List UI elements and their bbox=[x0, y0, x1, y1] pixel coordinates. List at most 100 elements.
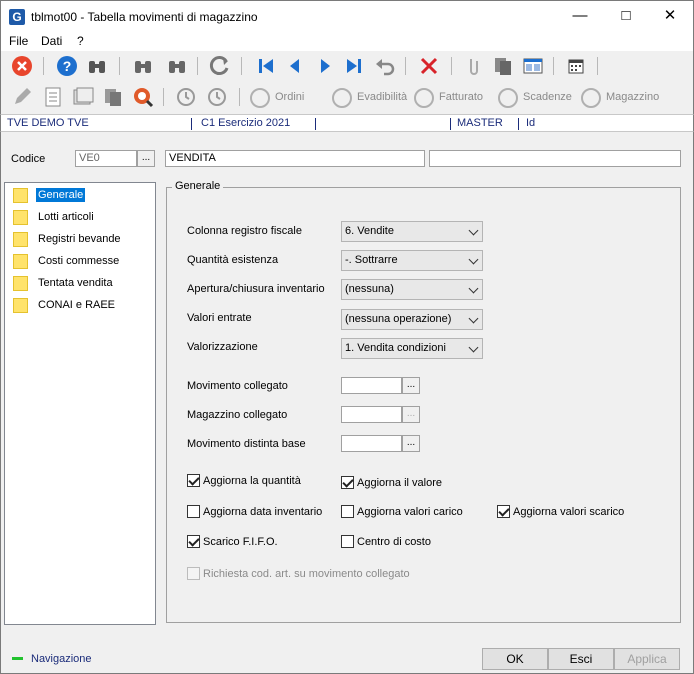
inspect-icon[interactable] bbox=[131, 85, 155, 109]
id-label: Id bbox=[526, 117, 536, 129]
checkbox-box bbox=[341, 505, 354, 518]
colonna-registro-select[interactable]: 6. Vendite bbox=[341, 221, 483, 242]
next-record-icon[interactable] bbox=[313, 54, 337, 78]
fatturato-button[interactable]: Fatturato bbox=[439, 91, 483, 103]
section-tree: Generale Lotti articoli Registri bevande… bbox=[4, 182, 156, 625]
prev-record-icon[interactable] bbox=[283, 54, 307, 78]
applica-button[interactable]: Applica bbox=[614, 648, 680, 670]
last-record-icon[interactable] bbox=[342, 54, 366, 78]
layout-icon[interactable] bbox=[521, 54, 545, 78]
checkbox-box bbox=[187, 567, 200, 580]
mag-collegato-browse-button[interactable]: ... bbox=[402, 406, 420, 423]
folder-icon bbox=[13, 231, 28, 247]
tree-item-label: Generale bbox=[36, 188, 86, 202]
search-next-icon[interactable] bbox=[165, 54, 189, 78]
history-icon[interactable] bbox=[174, 85, 198, 109]
svg-text:?: ? bbox=[63, 58, 72, 74]
ordini-icon bbox=[250, 88, 270, 108]
valori-entrate-select[interactable]: (nessuna operazione) bbox=[341, 309, 483, 330]
aggiorna-quantita-checkbox[interactable]: Aggiorna la quantità bbox=[187, 474, 301, 487]
refresh-icon[interactable] bbox=[208, 54, 232, 78]
close-window-button[interactable]: ✕ bbox=[647, 1, 693, 31]
apertura-select[interactable]: (nessuna) bbox=[341, 279, 483, 300]
extra-input[interactable] bbox=[429, 150, 681, 167]
scadenze-icon bbox=[498, 88, 518, 108]
context-strip: TVE DEMO TVE C1 Esercizio 2021 MASTER Id bbox=[0, 114, 694, 132]
tree-item-generale[interactable]: Generale bbox=[13, 186, 86, 204]
delete-icon[interactable] bbox=[417, 54, 441, 78]
search-binoculars-icon[interactable] bbox=[85, 54, 109, 78]
first-record-icon[interactable] bbox=[254, 54, 278, 78]
search-prev-icon[interactable] bbox=[131, 54, 155, 78]
chevron-down-icon bbox=[468, 313, 479, 324]
valorizzazione-value: 1. Vendita condizioni bbox=[345, 342, 446, 354]
tree-item-registri-bevande[interactable]: Registri bevande bbox=[13, 230, 123, 248]
valorizzazione-select[interactable]: 1. Vendita condizioni bbox=[341, 338, 483, 359]
checkbox-box bbox=[341, 535, 354, 548]
tree-item-label: Tentata vendita bbox=[38, 277, 113, 289]
attachment-icon[interactable] bbox=[461, 54, 485, 78]
checkbox-label: Aggiorna valori scarico bbox=[513, 505, 625, 518]
records-icon[interactable] bbox=[71, 85, 95, 109]
mag-collegato-input[interactable] bbox=[341, 406, 402, 423]
history-alt-icon[interactable] bbox=[205, 85, 229, 109]
ok-button[interactable]: OK bbox=[482, 648, 548, 670]
tree-item-label: CONAI e RAEE bbox=[38, 299, 116, 311]
scarico-fifo-checkbox[interactable]: Scarico F.I.F.O. bbox=[187, 535, 278, 548]
window-title: tblmot00 - Tabella movimenti di magazzin… bbox=[31, 10, 258, 24]
folder-icon bbox=[13, 209, 28, 225]
mov-distinta-input[interactable] bbox=[341, 435, 402, 452]
edit-pencil-icon[interactable] bbox=[10, 85, 34, 109]
mov-distinta-browse-button[interactable]: ... bbox=[402, 435, 420, 452]
folder-icon bbox=[13, 297, 28, 313]
checkbox-label: Scarico F.I.F.O. bbox=[203, 535, 278, 548]
codice-browse-button[interactable]: ... bbox=[137, 150, 155, 167]
calendar-icon[interactable] bbox=[564, 54, 588, 78]
checkbox-box bbox=[341, 476, 354, 489]
tree-item-label: Registri bevande bbox=[38, 233, 121, 245]
help-icon[interactable]: ? bbox=[55, 54, 79, 78]
undo-icon[interactable] bbox=[373, 54, 397, 78]
evadibilita-button[interactable]: Evadibilità bbox=[357, 91, 407, 103]
checkbox-label: Richiesta cod. art. su movimento collega… bbox=[203, 567, 410, 580]
tree-item-costi-commesse[interactable]: Costi commesse bbox=[13, 252, 121, 270]
magazzino-icon bbox=[581, 88, 601, 108]
navigation-indicator-icon bbox=[12, 657, 23, 660]
scadenze-button[interactable]: Scadenze bbox=[523, 91, 572, 103]
descrizione-input[interactable]: VENDITA bbox=[165, 150, 425, 167]
centro-di-costo-checkbox[interactable]: Centro di costo bbox=[341, 535, 431, 548]
minimize-button[interactable]: — bbox=[557, 1, 603, 31]
quantita-esistenza-select[interactable]: -. Sottrarre bbox=[341, 250, 483, 271]
valorizzazione-label: Valorizzazione bbox=[187, 341, 258, 353]
document-list-icon[interactable] bbox=[41, 85, 65, 109]
tree-item-conai-raee[interactable]: CONAI e RAEE bbox=[13, 296, 117, 314]
mov-collegato-browse-button[interactable]: ... bbox=[402, 377, 420, 394]
title-bar: G tblmot00 - Tabella movimenti di magazz… bbox=[0, 0, 694, 32]
esci-button[interactable]: Esci bbox=[548, 648, 614, 670]
magazzino-button[interactable]: Magazzino bbox=[606, 91, 659, 103]
codice-input[interactable]: VE0 bbox=[75, 150, 137, 167]
tree-item-tentata-vendita[interactable]: Tentata vendita bbox=[13, 274, 115, 292]
ordini-button[interactable]: Ordini bbox=[275, 91, 304, 103]
richiesta-cod-art-checkbox[interactable]: Richiesta cod. art. su movimento collega… bbox=[187, 567, 410, 580]
tree-item-lotti-articoli[interactable]: Lotti articoli bbox=[13, 208, 96, 226]
fatturato-icon bbox=[414, 88, 434, 108]
menu-help[interactable]: ? bbox=[77, 34, 84, 48]
aggiorna-valore-checkbox[interactable]: Aggiorna il valore bbox=[341, 476, 442, 489]
checkbox-label: Aggiorna data inventario bbox=[203, 505, 323, 518]
menu-file[interactable]: File bbox=[9, 34, 28, 48]
mov-collegato-input[interactable] bbox=[341, 377, 402, 394]
checkbox-label: Centro di costo bbox=[357, 535, 431, 548]
exit-icon[interactable] bbox=[10, 54, 34, 78]
checkbox-label: Aggiorna la quantità bbox=[203, 474, 301, 487]
aggiorna-valori-carico-checkbox[interactable]: Aggiorna valori carico bbox=[341, 505, 463, 518]
checkbox-label: Aggiorna valori carico bbox=[357, 505, 463, 518]
menu-dati[interactable]: Dati bbox=[41, 34, 62, 48]
app-icon: G bbox=[9, 9, 25, 25]
duplicate-icon[interactable] bbox=[101, 85, 125, 109]
aggiorna-data-inventario-checkbox[interactable]: Aggiorna data inventario bbox=[187, 505, 322, 518]
aggiorna-valori-scarico-checkbox[interactable]: Aggiorna valori scarico bbox=[497, 505, 624, 518]
copy-docs-icon[interactable] bbox=[491, 54, 515, 78]
maximize-button[interactable]: □ bbox=[603, 1, 649, 31]
mag-collegato-label: Magazzino collegato bbox=[187, 409, 288, 421]
